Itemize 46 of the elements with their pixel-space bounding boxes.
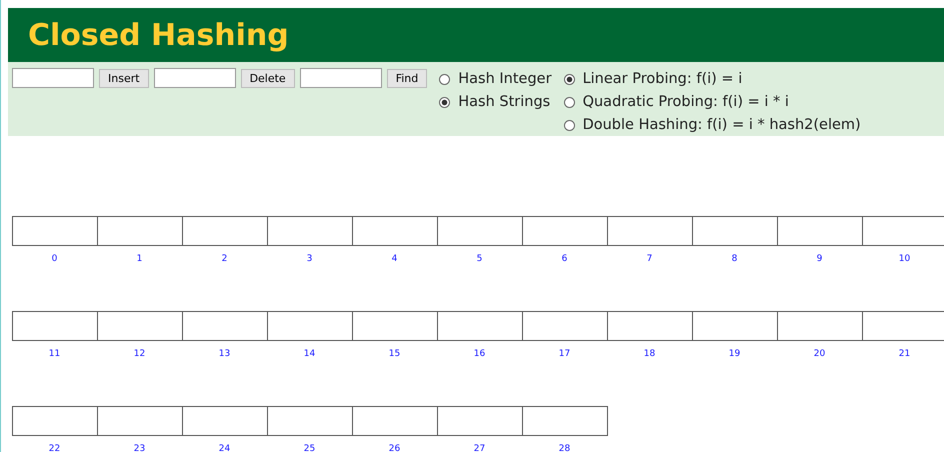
index-label: 28 <box>558 444 570 452</box>
index-label: 5 <box>476 254 482 264</box>
index-label: 24 <box>218 444 230 452</box>
index-label: 18 <box>644 349 656 359</box>
index-label: 14 <box>304 349 316 359</box>
index-label: 21 <box>898 349 910 359</box>
radio-icon[interactable] <box>564 74 575 84</box>
index-label: 19 <box>728 349 740 359</box>
index-label: 7 <box>646 254 652 264</box>
action-button[interactable]: Find <box>386 68 428 88</box>
index-label: 4 <box>392 254 398 264</box>
index-label: 20 <box>814 349 826 359</box>
index-label: 8 <box>732 254 738 264</box>
action-button[interactable]: Delete <box>240 68 295 88</box>
page-title: Closed Hashing <box>28 18 289 52</box>
index-label: 13 <box>218 349 230 359</box>
radio-icon[interactable] <box>564 120 575 130</box>
hash-type-radio[interactable]: Hash Integer <box>439 68 552 90</box>
index-label: 22 <box>48 444 60 452</box>
index-label: 12 <box>134 349 146 359</box>
index-label: 6 <box>562 254 568 264</box>
probing-radio[interactable]: Double Hashing: f(i) = i * hash2(elem) <box>564 114 861 136</box>
index-label: 26 <box>388 444 400 452</box>
index-label: 11 <box>48 349 60 359</box>
radio-icon[interactable] <box>564 96 575 108</box>
index-label: 1 <box>136 254 142 264</box>
index-label: 15 <box>388 349 400 359</box>
radio-icon[interactable] <box>439 74 450 84</box>
probing-radio[interactable]: Linear Probing: f(i) = i <box>564 68 861 90</box>
index-label: 27 <box>474 444 486 452</box>
input-field[interactable] <box>154 68 236 88</box>
radio-icon[interactable] <box>439 96 450 108</box>
hash-type-radio[interactable]: Hash Strings <box>439 91 552 113</box>
index-label: 17 <box>558 349 570 359</box>
index-label: 16 <box>474 349 486 359</box>
action-button[interactable]: Insert <box>99 68 149 88</box>
index-label: 9 <box>816 254 822 264</box>
index-label: 2 <box>222 254 228 264</box>
index-label: 23 <box>134 444 146 452</box>
index-label: 10 <box>898 254 910 264</box>
index-label: 25 <box>304 444 316 452</box>
probing-radio[interactable]: Quadratic Probing: f(i) = i * i <box>564 91 861 113</box>
input-field[interactable] <box>300 68 382 88</box>
index-label: 3 <box>306 254 312 264</box>
input-field[interactable] <box>12 68 94 88</box>
index-label: 0 <box>52 254 58 264</box>
